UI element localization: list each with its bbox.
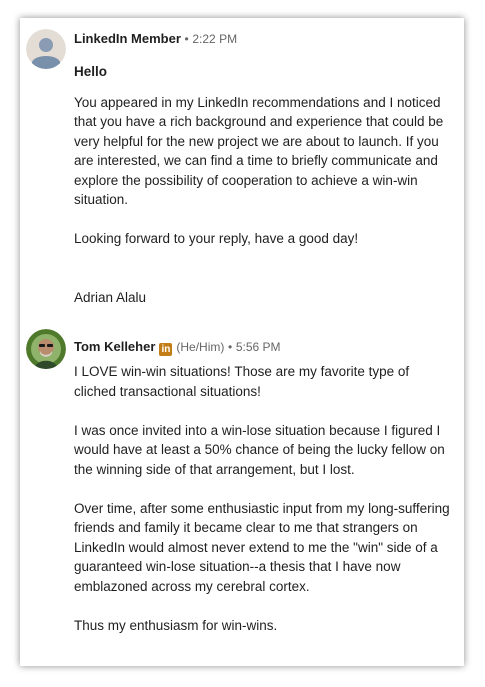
message-paragraph: Looking forward to your reply, have a go… [74, 231, 359, 246]
message-paragraph: You appeared in my LinkedIn recommendati… [74, 94, 444, 208]
linkedin-badge-icon: in [159, 343, 173, 356]
profile-photo-avatar-icon [26, 329, 66, 369]
sender-name[interactable]: LinkedIn Member [74, 31, 181, 46]
generic-person-avatar-icon [26, 29, 66, 69]
separator: • [184, 32, 189, 46]
message-header: Tom Kelleher in (He/Him) • 5:56 PM [74, 338, 281, 356]
timestamp: 5:56 PM [235, 340, 281, 354]
message-thread: LinkedIn Member • 2:22 PM Hello You appe… [20, 18, 464, 666]
pronouns: (He/Him) [176, 340, 225, 354]
sender-name[interactable]: Tom Kelleher [74, 339, 155, 354]
avatar[interactable] [26, 329, 66, 369]
message-paragraph: Over time, after some enthusiastic input… [74, 500, 450, 594]
message-greeting: Hello [74, 64, 108, 79]
message-body: I LOVE win-win situations! Those are my … [74, 362, 454, 635]
message-paragraph: I LOVE win-win situations! Those are my … [74, 364, 410, 399]
timestamp: 2:22 PM [192, 32, 238, 46]
message-header: LinkedIn Member • 2:22 PM [74, 30, 237, 48]
message-signature: Adrian Alalu [74, 289, 147, 305]
message-paragraph: Thus my enthusiasm for win-wins. [74, 617, 278, 633]
message-paragraph: I was once invited into a win-lose situa… [74, 422, 445, 477]
message-body: Hello You appeared in my LinkedIn recomm… [74, 62, 454, 307]
avatar[interactable] [26, 29, 66, 69]
separator: • [228, 340, 233, 354]
